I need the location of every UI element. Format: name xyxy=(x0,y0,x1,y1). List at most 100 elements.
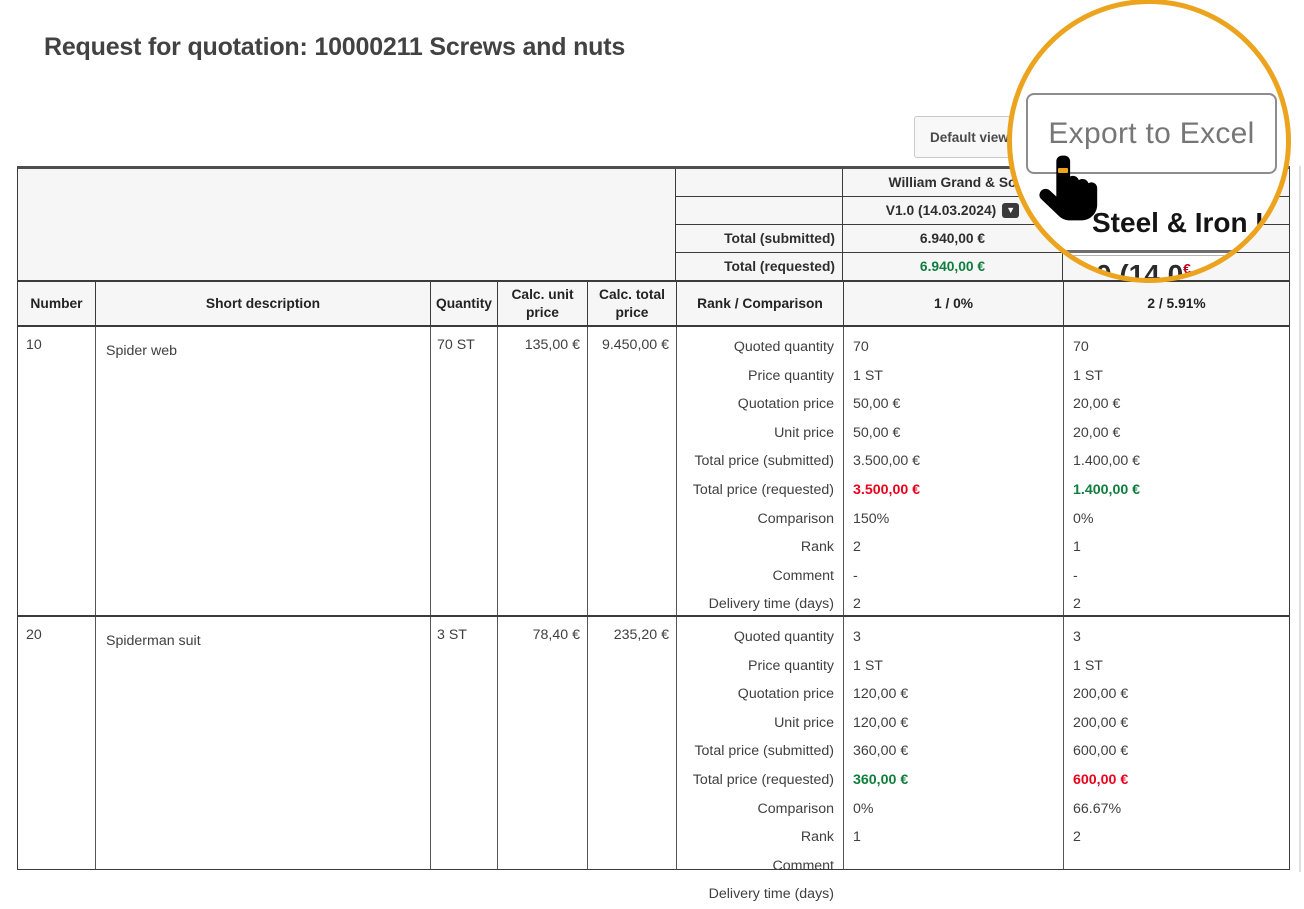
magnified-supplier-name: Steel & Iron L xyxy=(1092,207,1272,239)
detail-value: 200,00 € xyxy=(1064,680,1289,709)
calc-unit-price-header: Calc. unit price xyxy=(497,282,587,325)
total-requested-value: 1.400,00 € xyxy=(1064,476,1289,505)
detail-value: 1 ST xyxy=(844,362,1063,391)
detail-value: 1 xyxy=(844,823,1063,852)
detail-value: 0% xyxy=(1064,505,1289,534)
detail-label: Quoted quantity xyxy=(677,333,843,362)
detail-label: Quotation price xyxy=(677,680,843,709)
supplier1-values-column: 3 1 ST 120,00 € 120,00 € 360,00 € 360,00… xyxy=(843,617,1063,869)
supplier2-rank-header: 2 / 5.91% xyxy=(1063,282,1289,325)
chevron-down-icon: ▼ xyxy=(1006,203,1015,218)
item-number: 20 xyxy=(18,617,95,869)
total-requested-value: 360,00 € xyxy=(844,766,1063,795)
version-dropdown-button[interactable]: ▼ xyxy=(1002,203,1019,218)
detail-value: 3.500,00 € xyxy=(844,447,1063,476)
page-title: Request for quotation: 10000211 Screws a… xyxy=(44,33,625,62)
detail-value: 2 xyxy=(1064,823,1289,852)
detail-labels-column: Quoted quantity Price quantity Quotation… xyxy=(676,327,843,615)
detail-value: 2 xyxy=(1064,590,1289,619)
detail-value: 3 xyxy=(844,623,1063,652)
detail-value: 1 ST xyxy=(1064,362,1289,391)
detail-label: Total price (submitted) xyxy=(677,737,843,766)
quantity-header: Quantity xyxy=(430,282,497,325)
number-header: Number xyxy=(18,282,95,325)
detail-label: Quoted quantity xyxy=(677,623,843,652)
detail-value: 0% xyxy=(844,795,1063,824)
detail-label: Total price (submitted) xyxy=(677,447,843,476)
item-description: Spider web xyxy=(95,327,430,615)
pointer-hand-icon xyxy=(1038,148,1100,228)
magnifier-callout: Export to Excel Steel & Iron L 0 (14.0€ xyxy=(1007,0,1291,283)
detail-label: Total price (requested) xyxy=(677,766,843,795)
detail-value: 66.67% xyxy=(1064,795,1289,824)
detail-value: 70 xyxy=(844,333,1063,362)
detail-labels-column: Quoted quantity Price quantity Quotation… xyxy=(676,617,843,869)
detail-value: 2 xyxy=(844,590,1063,619)
detail-value: - xyxy=(844,562,1063,591)
detail-value: 20,00 € xyxy=(1064,390,1289,419)
supplier-row-label xyxy=(676,169,842,196)
magnified-border-line xyxy=(1052,250,1290,253)
detail-value: 2 xyxy=(844,533,1063,562)
detail-value: 600,00 € xyxy=(1064,737,1289,766)
detail-label: Comparison xyxy=(677,795,843,824)
supplier1-version-text: V1.0 (14.03.2024) xyxy=(886,203,996,218)
detail-label: Comment xyxy=(677,562,843,591)
supplier1-rank-header: 1 / 0% xyxy=(843,282,1063,325)
calc-total-price-header: Calc. total price xyxy=(587,282,676,325)
table-header-row: Number Short description Quantity Calc. … xyxy=(18,282,1289,327)
detail-value xyxy=(844,852,1063,881)
scrollbar-edge[interactable] xyxy=(1299,166,1301,872)
detail-value: 3 xyxy=(1064,623,1289,652)
detail-value: 50,00 € xyxy=(844,419,1063,448)
detail-label: Price quantity xyxy=(677,362,843,391)
total-submitted-label: Total (submitted) xyxy=(676,225,842,252)
item-calc-unit-price: 135,00 € xyxy=(497,327,587,615)
magnified-border-line xyxy=(1052,255,1290,256)
detail-value xyxy=(1064,852,1289,881)
detail-value: 50,00 € xyxy=(844,390,1063,419)
supplier1-total-submitted: 6.940,00 € xyxy=(842,225,1062,252)
detail-label: Comparison xyxy=(677,505,843,534)
supplier1-values-column: 70 1 ST 50,00 € 50,00 € 3.500,00 € 3.500… xyxy=(843,327,1063,615)
detail-value: 1.400,00 € xyxy=(1064,447,1289,476)
detail-value: 1 ST xyxy=(1064,652,1289,681)
detail-value: 200,00 € xyxy=(1064,709,1289,738)
table-row: 20 Spiderman suit 3 ST 78,40 € 235,20 € … xyxy=(18,617,1289,869)
detail-label: Rank xyxy=(677,823,843,852)
total-requested-value: 3.500,00 € xyxy=(844,476,1063,505)
item-quantity: 70 ST xyxy=(430,327,497,615)
item-calc-total-price: 235,20 € xyxy=(587,617,676,869)
item-number: 10 xyxy=(18,327,95,615)
cursor-highlight-notch xyxy=(1058,168,1068,173)
detail-label: Delivery time (days) xyxy=(677,880,843,909)
detail-value: 360,00 € xyxy=(844,737,1063,766)
detail-value: 70 xyxy=(1064,333,1289,362)
detail-value: 150% xyxy=(844,505,1063,534)
detail-value: 1 ST xyxy=(844,652,1063,681)
supplier1-total-requested: 6.940,00 € xyxy=(842,253,1062,280)
detail-label: Rank xyxy=(677,533,843,562)
detail-label: Quotation price xyxy=(677,390,843,419)
detail-value xyxy=(1064,880,1289,909)
total-requested-value: 600,00 € xyxy=(1064,766,1289,795)
detail-label: Comment xyxy=(677,852,843,881)
version-row-label xyxy=(676,197,842,224)
detail-label: Delivery time (days) xyxy=(677,590,843,619)
rank-comparison-header: Rank / Comparison xyxy=(676,282,843,325)
detail-value: 120,00 € xyxy=(844,709,1063,738)
detail-value: 1 xyxy=(1064,533,1289,562)
total-requested-label: Total (requested) xyxy=(676,253,842,280)
supplier2-values-column: 70 1 ST 20,00 € 20,00 € 1.400,00 € 1.400… xyxy=(1063,327,1289,615)
detail-value: - xyxy=(1064,562,1289,591)
detail-label: Unit price xyxy=(677,419,843,448)
item-calc-total-price: 9.450,00 € xyxy=(587,327,676,615)
supplier2-values-column: 3 1 ST 200,00 € 200,00 € 600,00 € 600,00… xyxy=(1063,617,1289,869)
item-quantity: 3 ST xyxy=(430,617,497,869)
preheader-empty-cell xyxy=(18,169,676,280)
table-row: 10 Spider web 70 ST 135,00 € 9.450,00 € … xyxy=(18,327,1289,617)
detail-label: Total price (requested) xyxy=(677,476,843,505)
detail-value: 20,00 € xyxy=(1064,419,1289,448)
detail-label: Unit price xyxy=(677,709,843,738)
detail-label: Price quantity xyxy=(677,652,843,681)
